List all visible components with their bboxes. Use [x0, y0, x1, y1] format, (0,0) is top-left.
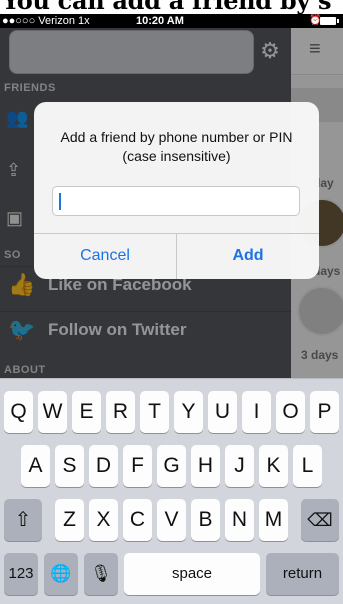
key-a[interactable]: A [21, 445, 50, 487]
cancel-button[interactable]: Cancel [34, 234, 177, 279]
carrier-label: ●●○○○ Verizon 1x [2, 15, 90, 27]
key-n[interactable]: N [225, 499, 254, 541]
key-v[interactable]: V [157, 499, 186, 541]
status-bar: ●●○○○ Verizon 1x 10:20 AM ⏰ [0, 14, 343, 28]
key-c[interactable]: C [123, 499, 152, 541]
key-w[interactable]: W [38, 391, 67, 433]
globe-icon[interactable]: 🌐 [44, 553, 78, 595]
caption-banner: You can add a friend by s [0, 0, 343, 14]
key-t[interactable]: T [140, 391, 169, 433]
delete-key[interactable]: ⌫ [301, 499, 339, 541]
add-friend-dialog: Add a friend by phone number or PIN (cas… [34, 102, 319, 279]
text-caret [59, 193, 61, 210]
key-g[interactable]: G [157, 445, 186, 487]
key-o[interactable]: O [276, 391, 305, 433]
key-k[interactable]: K [259, 445, 288, 487]
add-button[interactable]: Add [177, 234, 319, 279]
battery-icon [320, 17, 339, 25]
space-key[interactable]: space [124, 553, 260, 595]
key-r[interactable]: R [106, 391, 135, 433]
caption-text: You can add a friend by s [2, 0, 332, 14]
keyboard: Q W E R T Y U I O P A S D F G H J K L ⇧ … [0, 378, 343, 604]
key-s[interactable]: S [55, 445, 84, 487]
key-y[interactable]: Y [174, 391, 203, 433]
key-h[interactable]: H [191, 445, 220, 487]
key-z[interactable]: Z [55, 499, 84, 541]
key-m[interactable]: M [259, 499, 288, 541]
return-key[interactable]: return [266, 553, 339, 595]
key-f[interactable]: F [123, 445, 152, 487]
status-time: 10:20 AM [136, 15, 184, 27]
dialog-message: Add a friend by phone number or PIN (cas… [60, 129, 293, 164]
key-d[interactable]: D [89, 445, 118, 487]
key-i[interactable]: I [242, 391, 271, 433]
numbers-key[interactable]: 123 [4, 553, 38, 595]
key-e[interactable]: E [72, 391, 101, 433]
key-l[interactable]: L [293, 445, 322, 487]
key-x[interactable]: X [89, 499, 118, 541]
key-j[interactable]: J [225, 445, 254, 487]
phone-or-pin-input[interactable] [52, 186, 300, 216]
key-b[interactable]: B [191, 499, 220, 541]
key-p[interactable]: P [310, 391, 339, 433]
key-u[interactable]: U [208, 391, 237, 433]
dialog-buttons: Cancel Add [34, 233, 319, 279]
microphone-icon[interactable]: 🎙 [84, 553, 118, 595]
key-q[interactable]: Q [4, 391, 33, 433]
shift-key[interactable]: ⇧ [4, 499, 42, 541]
